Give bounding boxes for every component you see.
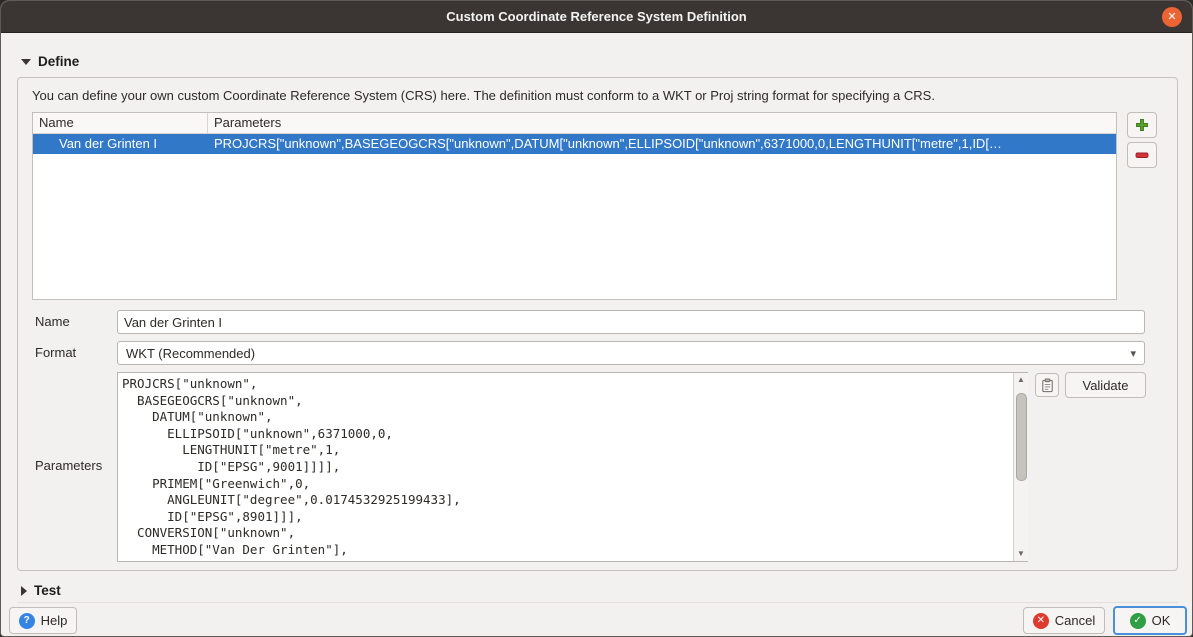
format-selected-value: WKT (Recommended) — [126, 346, 1130, 361]
ok-button-label: OK — [1152, 613, 1171, 628]
clipboard-icon — [1040, 378, 1055, 393]
crs-table-row[interactable]: Van der Grinten I PROJCRS["unknown",BASE… — [33, 134, 1116, 154]
crs-row-name-cell: Van der Grinten I — [33, 134, 208, 154]
parameters-scrollbar[interactable]: ▲ ▼ — [1013, 373, 1028, 561]
ok-button[interactable]: ✓ OK — [1113, 606, 1187, 635]
parameters-textarea[interactable]: PROJCRS["unknown", BASEGEOGCRS["unknown"… — [117, 372, 1028, 562]
crs-table[interactable]: Name Parameters Van der Grinten I PROJCR… — [32, 112, 1117, 300]
copy-parameters-button[interactable] — [1035, 373, 1059, 397]
column-header-name[interactable]: Name — [33, 113, 208, 133]
cancel-button[interactable]: ✕ Cancel — [1023, 607, 1105, 634]
scrollbar-thumb[interactable] — [1016, 393, 1027, 481]
format-select[interactable]: WKT (Recommended) ▾ — [117, 341, 1145, 365]
expand-arrow-icon — [21, 586, 27, 596]
define-group-frame: You can define your own custom Coordinat… — [17, 77, 1178, 571]
crs-table-header: Name Parameters — [33, 113, 1116, 134]
parameters-label: Parameters — [35, 458, 102, 473]
column-header-parameters[interactable]: Parameters — [208, 113, 1116, 133]
plus-icon — [1134, 117, 1150, 133]
crs-description-text: You can define your own custom Coordinat… — [32, 88, 1152, 103]
add-crs-button[interactable] — [1127, 112, 1157, 138]
name-label: Name — [35, 314, 70, 329]
define-section-title: Define — [38, 54, 79, 69]
test-section-title: Test — [34, 583, 61, 598]
cancel-button-label: Cancel — [1055, 613, 1095, 628]
format-label: Format — [35, 345, 76, 360]
close-button[interactable]: ✕ — [1162, 7, 1182, 27]
name-input[interactable] — [117, 310, 1145, 334]
help-icon: ? — [19, 613, 35, 629]
titlebar[interactable]: Custom Coordinate Reference System Defin… — [1, 1, 1192, 33]
window-title: Custom Coordinate Reference System Defin… — [446, 9, 747, 24]
cancel-icon: ✕ — [1033, 613, 1049, 629]
collapse-arrow-icon — [21, 59, 31, 65]
help-button[interactable]: ? Help — [9, 607, 77, 634]
define-section-header[interactable]: Define — [21, 54, 79, 69]
minus-icon — [1134, 147, 1150, 163]
test-group-frame-edge — [17, 602, 1178, 603]
dialog-window: Custom Coordinate Reference System Defin… — [0, 0, 1193, 637]
scroll-up-icon[interactable]: ▲ — [1017, 373, 1025, 387]
help-button-label: Help — [41, 613, 68, 628]
test-section-header[interactable]: Test — [21, 583, 61, 598]
ok-icon: ✓ — [1130, 613, 1146, 629]
remove-crs-button[interactable] — [1127, 142, 1157, 168]
dropdown-arrow-icon: ▾ — [1130, 347, 1136, 360]
scroll-down-icon[interactable]: ▼ — [1017, 547, 1025, 561]
validate-button[interactable]: Validate — [1065, 372, 1146, 398]
close-icon: ✕ — [1167, 12, 1176, 23]
crs-row-parameters-cell: PROJCRS["unknown",BASEGEOGCRS["unknown",… — [208, 134, 1116, 154]
